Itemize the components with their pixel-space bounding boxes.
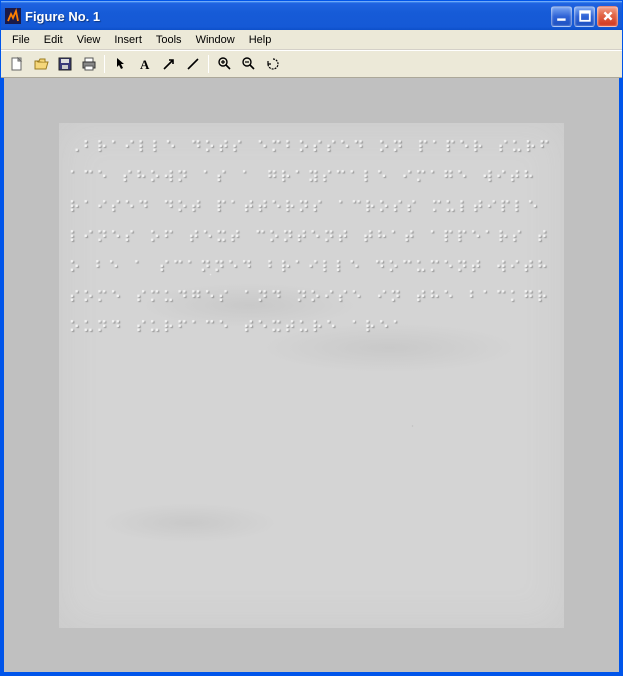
edit-plot-button[interactable] (109, 53, 132, 75)
line-icon (185, 56, 201, 72)
arrow-icon (113, 56, 129, 72)
figure-window: Figure No. 1 File Edit View Insert Tools… (0, 0, 623, 676)
figure-axes[interactable]: ⠠⠃⠗⠁⠊⠇⠇⠑ ⠙⠕⠞⠎ ⠑⠍⠃⠕⠎⠎⠑⠙ ⠕⠝ ⠏⠁⠏⠑⠗ ⠎⠥⠗⠋⠁⠉⠑ … (59, 123, 564, 628)
open-button[interactable] (29, 53, 52, 75)
insert-arrow-button[interactable] (157, 53, 180, 75)
insert-line-button[interactable] (181, 53, 204, 75)
figure-content-area: ⠠⠃⠗⠁⠊⠇⠇⠑ ⠙⠕⠞⠎ ⠑⠍⠃⠕⠎⠎⠑⠙ ⠕⠝ ⠏⠁⠏⠑⠗ ⠎⠥⠗⠋⠁⠉⠑ … (1, 78, 622, 675)
menu-tools[interactable]: Tools (149, 33, 189, 47)
toolbar-separator (104, 55, 105, 73)
print-button[interactable] (77, 53, 100, 75)
maximize-button[interactable] (574, 6, 595, 27)
menu-window[interactable]: Window (189, 33, 242, 47)
zoom-in-button[interactable] (213, 53, 236, 75)
rotate-3d-button[interactable] (261, 53, 284, 75)
menu-view[interactable]: View (70, 33, 108, 47)
zoom-out-button[interactable] (237, 53, 260, 75)
window-title: Figure No. 1 (25, 9, 551, 24)
close-button[interactable] (597, 6, 618, 27)
toolbar: A (1, 50, 622, 78)
braille-image-content: ⠠⠃⠗⠁⠊⠇⠇⠑ ⠙⠕⠞⠎ ⠑⠍⠃⠕⠎⠎⠑⠙ ⠕⠝ ⠏⠁⠏⠑⠗ ⠎⠥⠗⠋⠁⠉⠑ … (69, 133, 554, 618)
new-icon (9, 56, 25, 72)
menu-edit[interactable]: Edit (37, 33, 70, 47)
window-buttons (551, 6, 618, 27)
arrow-ne-icon (161, 56, 177, 72)
titlebar: Figure No. 1 (1, 1, 622, 30)
text-icon: A (137, 56, 153, 72)
new-figure-button[interactable] (5, 53, 28, 75)
toolbar-separator (208, 55, 209, 73)
minimize-button[interactable] (551, 6, 572, 27)
svg-text:A: A (140, 57, 150, 72)
open-icon (33, 56, 49, 72)
matlab-app-icon (5, 8, 21, 24)
print-icon (81, 56, 97, 72)
zoom-out-icon (241, 56, 257, 72)
menu-help[interactable]: Help (242, 33, 279, 47)
zoom-in-icon (217, 56, 233, 72)
save-button[interactable] (53, 53, 76, 75)
menubar: File Edit View Insert Tools Window Help (1, 30, 622, 50)
rotate-icon (265, 56, 281, 72)
menu-file[interactable]: File (5, 33, 37, 47)
save-icon (57, 56, 73, 72)
insert-text-button[interactable]: A (133, 53, 156, 75)
menu-insert[interactable]: Insert (107, 33, 149, 47)
